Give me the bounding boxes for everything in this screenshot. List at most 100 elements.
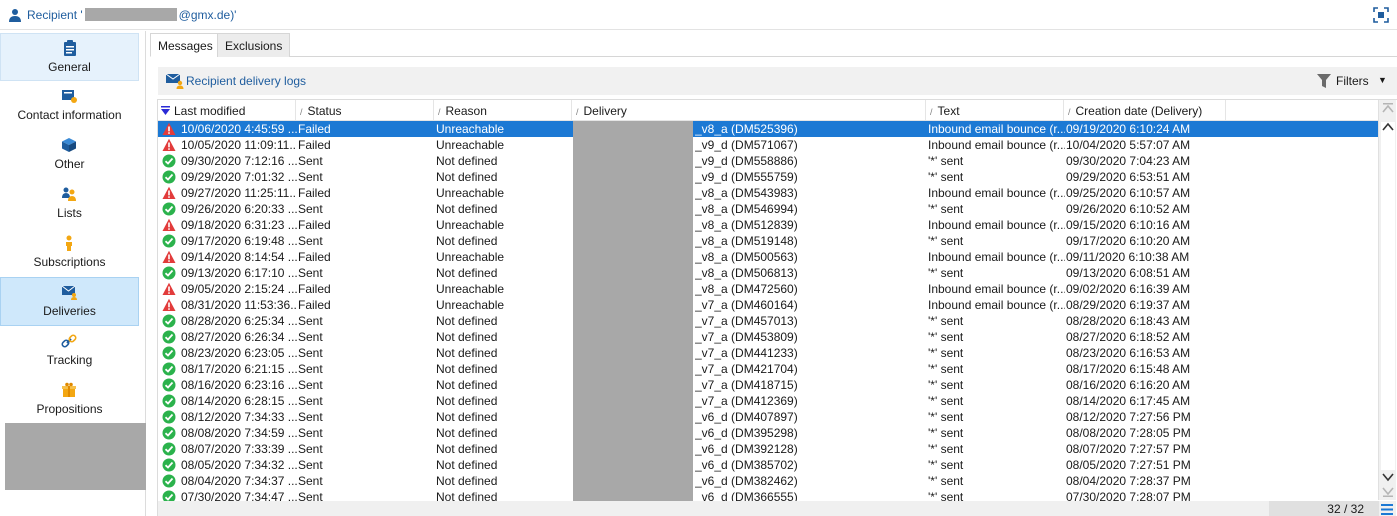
text-cell: '*' sent: [928, 202, 964, 216]
table-row[interactable]: 09/13/2020 6:17:10 ... Sent Not defined _v8…: [158, 265, 1378, 281]
nav-item-tracking[interactable]: Tracking: [0, 327, 139, 375]
column-label-text: Text: [937, 104, 960, 118]
maximize-icon[interactable]: [1373, 7, 1389, 23]
delivery-cell: _v7_a (DM460164): [695, 298, 798, 312]
table-row[interactable]: 08/16/2020 6:23:16 ... Sent Not defined _v7…: [158, 377, 1378, 393]
column-header-text[interactable]: / Text: [926, 100, 1064, 121]
status-cell: Sent: [298, 458, 323, 472]
table-row[interactable]: 09/26/2020 6:20:33 ... Sent Not defined _v8…: [158, 201, 1378, 217]
warning-triangle-icon: [162, 298, 176, 311]
table-row[interactable]: 07/30/2020 7:34:47 ... Sent Not defined _v6…: [158, 489, 1378, 501]
text-cell: Inbound email bounce (r...: [928, 218, 1065, 232]
column-header-last-modified[interactable]: Last modified: [158, 100, 296, 121]
table-row[interactable]: 08/05/2020 7:34:32 ... Sent Not defined _v6…: [158, 457, 1378, 473]
text-cell: Inbound email bounce (r...: [928, 138, 1065, 152]
recipient-delivery-logs-link[interactable]: Recipient delivery logs: [186, 74, 306, 88]
reason-cell: Not defined: [436, 426, 498, 440]
warning-triangle-icon: [162, 186, 176, 199]
creation-date-cell: 09/15/2020 6:10:16 AM: [1066, 218, 1191, 232]
scroll-up-icon[interactable]: [1382, 122, 1394, 132]
creation-date-cell: 08/17/2020 6:15:48 AM: [1066, 362, 1191, 376]
table-row[interactable]: 08/14/2020 6:28:15 ... Sent Not defined _v7…: [158, 393, 1378, 409]
vertical-scrollbar[interactable]: [1378, 100, 1396, 500]
table-row[interactable]: 08/27/2020 6:26:34 ... Sent Not defined _v7…: [158, 329, 1378, 345]
scroll-top-icon[interactable]: [1382, 103, 1394, 113]
user-icon: [9, 9, 21, 22]
last-modified-cell: 08/27/2020 6:26:34 ...: [181, 330, 297, 344]
creation-date-cell: 07/30/2020 7:28:07 PM: [1066, 490, 1191, 501]
delivery-cell: _v6_d (DM407897): [695, 410, 798, 424]
column-header-creation-date[interactable]: / Creation date (Delivery): [1064, 100, 1226, 121]
sort-descending-icon: [161, 106, 170, 115]
column-label-reason: Reason: [445, 104, 487, 118]
table-row[interactable]: 08/12/2020 7:34:33 ... Sent Not defined _v6…: [158, 409, 1378, 425]
status-cell: Sent: [298, 362, 323, 376]
clipboard-icon: [64, 40, 76, 56]
delivery-cell: _v8_a (DM525396): [695, 122, 798, 136]
delivery-cell: _v7_a (DM421704): [695, 362, 798, 376]
table-row[interactable]: 08/04/2020 7:34:37 ... Sent Not defined _v6…: [158, 473, 1378, 489]
nav-item-propositions[interactable]: Propositions: [0, 376, 139, 424]
reason-cell: Not defined: [436, 490, 498, 501]
nav-item-general[interactable]: General: [0, 33, 139, 81]
delivery-cell: _v9_d (DM558886): [695, 154, 798, 168]
reason-cell: Not defined: [436, 202, 498, 216]
reason-cell: Unreachable: [436, 186, 505, 200]
table-row[interactable]: 08/31/2020 11:53:36... Failed Unreachable _…: [158, 297, 1378, 313]
last-modified-cell: 09/29/2020 7:01:32 ...: [181, 170, 297, 184]
text-cell: '*' sent: [928, 314, 964, 328]
last-modified-cell: 08/08/2020 7:34:59 ...: [181, 426, 297, 440]
text-cell: '*' sent: [928, 394, 964, 408]
nav-item-deliveries[interactable]: Deliveries: [0, 277, 139, 326]
delivery-cell: _v6_d (DM395298): [695, 426, 798, 440]
list-menu-icon[interactable]: [1381, 504, 1393, 515]
tab-exclusions[interactable]: Exclusions: [217, 33, 291, 57]
table-row[interactable]: 09/14/2020 8:14:54 ... Failed Unreachable _…: [158, 249, 1378, 265]
table-row[interactable]: 10/05/2020 11:09:11... Failed Unreachable _…: [158, 137, 1378, 153]
filters-button[interactable]: Filters ▼: [1317, 72, 1391, 90]
nav-item-contact-information[interactable]: Contact information: [0, 82, 139, 130]
table-row[interactable]: 09/30/2020 7:12:16 ... Sent Not defined _v9…: [158, 153, 1378, 169]
reason-cell: Not defined: [436, 330, 498, 344]
reason-cell: Not defined: [436, 314, 498, 328]
table-row[interactable]: 09/17/2020 6:19:48 ... Sent Not defined _v8…: [158, 233, 1378, 249]
table-row[interactable]: 08/08/2020 7:34:59 ... Sent Not defined _v6…: [158, 425, 1378, 441]
tab-messages-label: Messages: [158, 39, 213, 53]
text-cell: '*' sent: [928, 346, 964, 360]
reason-cell: Unreachable: [436, 122, 505, 136]
table-row[interactable]: 09/27/2020 11:25:11... Failed Unreachable _…: [158, 185, 1378, 201]
tab-messages[interactable]: Messages: [150, 33, 221, 57]
scrollbar-thumb[interactable]: [1381, 122, 1395, 470]
delivery-cell: _v7_a (DM457013): [695, 314, 798, 328]
nav-item-subscriptions[interactable]: Subscriptions: [0, 229, 139, 277]
table-row[interactable]: 09/05/2020 2:15:24 ... Failed Unreachable _…: [158, 281, 1378, 297]
scroll-bottom-icon[interactable]: [1382, 487, 1394, 497]
scroll-down-icon[interactable]: [1382, 472, 1394, 482]
table-row[interactable]: 08/17/2020 6:21:15 ... Sent Not defined _v7…: [158, 361, 1378, 377]
nav-item-lists[interactable]: Lists: [0, 180, 139, 228]
table-row[interactable]: 08/07/2020 7:33:39 ... Sent Not defined _v6…: [158, 441, 1378, 457]
status-cell: Failed: [298, 138, 331, 152]
creation-date-cell: 08/08/2020 7:28:05 PM: [1066, 426, 1191, 440]
nav-label-propositions: Propositions: [36, 402, 103, 416]
column-header-status[interactable]: / Status: [296, 100, 434, 121]
table-row[interactable]: 10/06/2020 4:45:59 ... Failed Unreachable _…: [158, 121, 1378, 137]
creation-date-cell: 09/13/2020 6:08:51 AM: [1066, 266, 1191, 280]
warning-triangle-icon: [162, 282, 176, 295]
reason-cell: Unreachable: [436, 282, 505, 296]
creation-date-cell: 09/17/2020 6:10:20 AM: [1066, 234, 1191, 248]
reason-cell: Unreachable: [436, 218, 505, 232]
reason-cell: Not defined: [436, 410, 498, 424]
last-modified-cell: 08/12/2020 7:34:33 ...: [181, 410, 297, 424]
table-row[interactable]: 08/23/2020 6:23:05 ... Sent Not defined _v7…: [158, 345, 1378, 361]
nav-item-other[interactable]: Other: [0, 131, 139, 179]
column-header-reason[interactable]: / Reason: [434, 100, 572, 121]
person-icon: [66, 235, 72, 251]
table-row[interactable]: 09/18/2020 6:31:23 ... Failed Unreachable _…: [158, 217, 1378, 233]
column-header-delivery[interactable]: / Delivery: [572, 100, 926, 121]
creation-date-cell: 08/27/2020 6:18:52 AM: [1066, 330, 1191, 344]
table-row[interactable]: 09/29/2020 7:01:32 ... Sent Not defined _v9…: [158, 169, 1378, 185]
nav-label-deliveries: Deliveries: [43, 304, 96, 318]
reason-cell: Not defined: [436, 362, 498, 376]
table-row[interactable]: 08/28/2020 6:25:34 ... Sent Not defined _v7…: [158, 313, 1378, 329]
